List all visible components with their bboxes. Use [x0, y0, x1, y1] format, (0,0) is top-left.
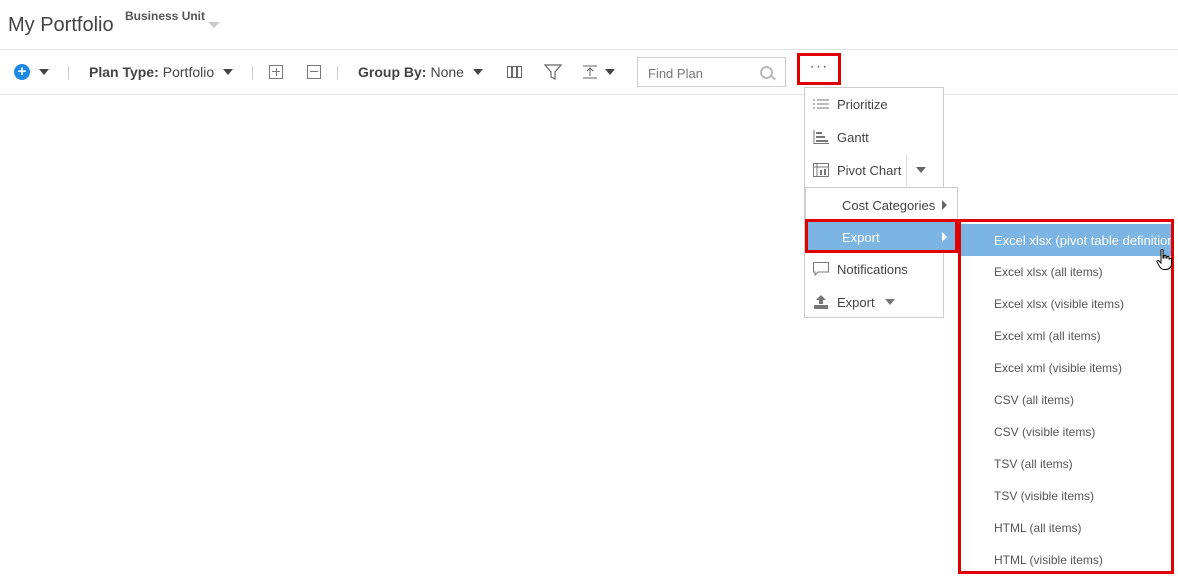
list-icon	[813, 97, 829, 111]
menu-item-notifications[interactable]: Notifications	[805, 253, 943, 285]
submenu-item-label: Cost Categories	[842, 197, 936, 213]
chevron-down-icon[interactable]	[208, 22, 220, 28]
filter-icon	[544, 64, 562, 80]
plan-type-dropdown[interactable]: Plan Type: Portfolio	[89, 50, 234, 94]
submenu-item-export[interactable]: Export	[805, 219, 958, 253]
chevron-right-icon	[942, 200, 947, 210]
caret-down-icon	[605, 69, 615, 75]
submenu-item-cost-categories[interactable]: Cost Categories	[806, 189, 957, 221]
comment-icon	[813, 262, 829, 277]
filter-button[interactable]	[544, 50, 562, 94]
columns-icon	[507, 66, 522, 78]
caret-down-icon	[884, 299, 895, 305]
export-option[interactable]: TSV (visible items)	[961, 480, 1171, 512]
expand-icon	[269, 65, 283, 79]
export-option[interactable]: CSV (all items)	[961, 384, 1171, 416]
pivot-chart-icon	[813, 163, 829, 177]
separator	[337, 66, 338, 80]
hand-cursor-icon	[1156, 249, 1172, 270]
menu-item-prioritize[interactable]: Prioritize	[805, 88, 943, 120]
separator	[252, 66, 253, 80]
separator	[906, 154, 907, 186]
chevron-right-icon	[942, 232, 947, 242]
submenu-item-label: Export	[842, 230, 880, 245]
export-option[interactable]: Excel xlsx (all items)	[961, 256, 1171, 288]
expand-all-button[interactable]	[269, 50, 283, 94]
upload-icon	[813, 295, 829, 309]
menu-item-export[interactable]: Export	[805, 286, 943, 318]
add-button[interactable]: +	[14, 50, 30, 94]
export-format-menu: Excel xlsx (pivot table definition Excel…	[958, 219, 1174, 574]
row-height-icon	[583, 65, 597, 79]
export-option[interactable]: Excel xml (all items)	[961, 320, 1171, 352]
menu-item-pivot-chart[interactable]: Pivot Chart	[805, 154, 943, 186]
caret-down-icon	[223, 69, 234, 75]
plus-circle-icon: +	[14, 64, 30, 80]
collapse-icon	[307, 65, 321, 79]
group-by-value: None	[430, 64, 464, 80]
export-option[interactable]: HTML (visible items)	[961, 544, 1171, 576]
plan-type-label: Plan Type:	[89, 64, 159, 80]
page-title: My Portfolio	[8, 14, 114, 36]
more-options-button[interactable]: ···	[797, 53, 841, 85]
collapse-all-button[interactable]	[307, 50, 321, 94]
export-option[interactable]: Excel xlsx (visible items)	[961, 288, 1171, 320]
caret-down-icon	[472, 69, 483, 75]
menu-item-label: Notifications	[837, 261, 908, 277]
add-dropdown-button[interactable]	[39, 50, 49, 94]
gantt-icon	[813, 130, 829, 144]
export-option[interactable]: HTML (all items)	[961, 512, 1171, 544]
columns-button[interactable]	[507, 50, 523, 94]
menu-item-label: Gantt	[837, 129, 869, 145]
export-option[interactable]: Excel xml (visible items)	[961, 352, 1171, 384]
menu-item-label: Prioritize	[837, 96, 888, 112]
search-box	[637, 57, 786, 87]
divider	[0, 94, 1178, 95]
row-height-button[interactable]	[582, 50, 615, 94]
group-by-dropdown[interactable]: Group By: None	[358, 50, 483, 94]
menu-item-gantt[interactable]: Gantt	[805, 121, 943, 153]
business-unit-selector[interactable]: Business Unit	[125, 9, 205, 23]
search-input[interactable]	[646, 59, 765, 87]
plan-type-value: Portfolio	[162, 64, 215, 80]
caret-down-icon	[39, 69, 49, 75]
menu-item-label: Export	[837, 294, 875, 310]
menu-item-label: Pivot Chart	[837, 162, 902, 178]
toolbar: + Plan Type: Portfolio Group By: None	[0, 50, 1178, 94]
separator	[68, 66, 69, 80]
caret-down-icon[interactable]	[916, 167, 926, 173]
export-option[interactable]: TSV (all items)	[961, 448, 1171, 480]
search-icon[interactable]	[760, 66, 773, 79]
export-option[interactable]: CSV (visible items)	[961, 416, 1171, 448]
group-by-label: Group By:	[358, 64, 427, 80]
export-option[interactable]: Excel xlsx (pivot table definition	[961, 224, 1171, 256]
